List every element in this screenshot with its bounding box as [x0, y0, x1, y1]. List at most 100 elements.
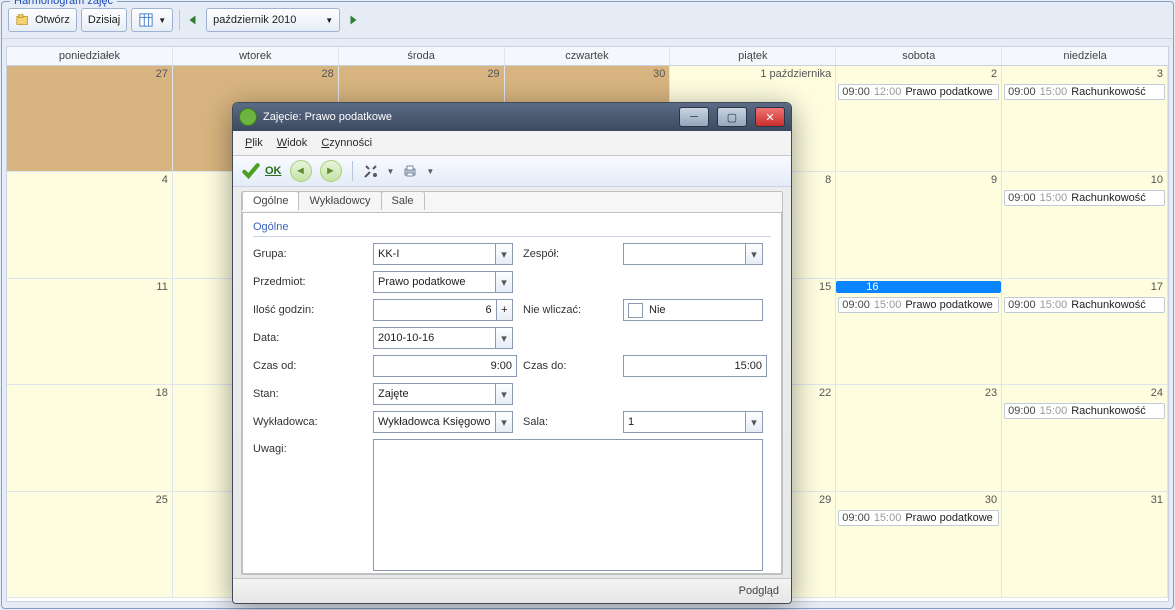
weekday-header: sobota	[836, 47, 1002, 65]
calendar-cell[interactable]: 2409:0015:00Rachunkowość	[1002, 385, 1168, 491]
calendar-cell[interactable]: 27	[7, 66, 173, 172]
month-select[interactable]: październik 2010 ▼	[206, 8, 340, 32]
print-caret-icon[interactable]: ▼	[426, 167, 434, 176]
label-ilosc: Ilość godzin:	[253, 304, 363, 316]
tab-panel: Ogólne Wykładowcy Sale Ogólne Grupa: KK-…	[241, 191, 783, 575]
label-czas-od: Czas od:	[253, 360, 363, 372]
calendar-event[interactable]: 09:0015:00Rachunkowość	[1004, 403, 1165, 419]
chevron-down-icon[interactable]: ▾	[495, 244, 512, 264]
calendar-cell[interactable]: 1009:0015:00Rachunkowość	[1002, 172, 1168, 278]
wykladowca-combo[interactable]: Wykładowca Księgowość▾	[373, 411, 513, 433]
month-value: październik 2010	[213, 14, 296, 26]
sala-combo[interactable]: 1▾	[623, 411, 763, 433]
app-icon	[239, 108, 257, 126]
maximize-button[interactable]: ▢	[717, 107, 747, 127]
chevron-down-icon[interactable]: ▾	[495, 328, 512, 348]
menu-widok[interactable]: Widok	[277, 137, 308, 149]
event-name: Rachunkowość	[1071, 86, 1146, 98]
cell-date: 8	[825, 174, 831, 186]
cell-date: 22	[819, 387, 831, 399]
calendar-cell[interactable]: 23	[836, 385, 1002, 491]
tab-ogolne[interactable]: Ogólne	[242, 191, 299, 210]
tools-icon[interactable]	[363, 163, 379, 179]
czas-do-value: 15:00	[734, 360, 762, 372]
chevron-down-icon[interactable]: ▾	[495, 384, 512, 404]
prev-record-icon[interactable]: ◄	[290, 160, 312, 182]
calendar-cell[interactable]: 11	[7, 279, 173, 385]
grupa-combo[interactable]: KK-I▾	[373, 243, 513, 265]
calendar-cell[interactable]: 2 09:00 12:00Prawo podatkowe	[836, 66, 1002, 172]
next-month-icon[interactable]	[344, 12, 360, 28]
print-icon[interactable]	[402, 163, 418, 179]
calendar-cell[interactable]: 25	[7, 492, 173, 598]
close-button[interactable]: ✕	[755, 107, 785, 127]
calendar-event[interactable]: 09:0015:00Prawo podatkowe	[838, 297, 999, 313]
zespol-combo[interactable]: ▾	[623, 243, 763, 265]
dialog-title: Zajęcie: Prawo podatkowe	[263, 111, 392, 123]
menu-plik[interactable]: Plik	[245, 137, 263, 149]
event-start: 09:00	[1008, 299, 1036, 311]
cell-date: 15	[819, 281, 831, 293]
ok-button[interactable]: OK	[241, 161, 282, 181]
dialog-statusbar: Podgląd	[233, 578, 791, 603]
chevron-down-icon[interactable]: ▾	[495, 272, 512, 292]
calendar-event[interactable]: 09:0015:00Rachunkowość	[1004, 190, 1165, 206]
ilosc-input[interactable]: 6	[373, 299, 497, 321]
weekday-header: niedziela	[1002, 47, 1168, 65]
event-end: 12:00	[874, 86, 902, 98]
calendar-event[interactable]: 09:0015:00Rachunkowość	[1004, 84, 1165, 100]
przedmiot-combo[interactable]: Prawo podatkowe▾	[373, 271, 513, 293]
czas-od-input[interactable]: 9:00	[373, 355, 517, 377]
main-toolbar: Otwórz Dzisiaj ▼ październik 2010 ▼	[2, 2, 1173, 39]
plus-button[interactable]: +	[497, 299, 513, 321]
tab-sale[interactable]: Sale	[381, 191, 425, 210]
calendar-cell[interactable]: 4	[7, 172, 173, 278]
today-button[interactable]: Dzisiaj	[81, 8, 127, 32]
chevron-down-icon[interactable]: ▾	[745, 244, 762, 264]
event-start: 09:00	[842, 299, 870, 311]
calendar-cell[interactable]: 18	[7, 385, 173, 491]
tab-row: Ogólne Wykładowcy Sale	[242, 191, 782, 210]
calendar-event[interactable]: 09:00 12:00Prawo podatkowe	[838, 84, 999, 100]
chevron-down-icon[interactable]: ▾	[745, 412, 762, 432]
calendar-event[interactable]: 09:0015:00Rachunkowość	[1004, 297, 1165, 313]
cell-date: 17	[1151, 281, 1163, 293]
check-icon	[241, 161, 261, 181]
nie-wliczac-field[interactable]: Nie	[623, 299, 763, 321]
data-combo[interactable]: 2010-10-16▾	[373, 327, 513, 349]
event-name: Rachunkowość	[1071, 192, 1146, 204]
prev-month-icon[interactable]	[186, 12, 202, 28]
open-button[interactable]: Otwórz	[8, 8, 77, 32]
chevron-down-icon[interactable]: ▾	[495, 412, 512, 432]
event-name: Prawo podatkowe	[905, 86, 992, 98]
label-wykladowca: Wykładowca:	[253, 416, 363, 428]
weekday-header: wtorek	[173, 47, 339, 65]
calendar-cell[interactable]: 309:0015:00Rachunkowość	[1002, 66, 1168, 172]
menu-czynnosci[interactable]: Czynności	[321, 137, 372, 149]
calendar-cell[interactable]: 9	[836, 172, 1002, 278]
calendar-cell[interactable]: 1609:0015:00Prawo podatkowe	[836, 279, 1002, 385]
tab-wykladowcy[interactable]: Wykładowcy	[298, 191, 381, 210]
cell-date: 28	[321, 68, 333, 80]
dropdown-caret-icon: ▼	[158, 16, 166, 25]
dialog-toolbar: OK ◄ ► ▼ ▼	[233, 156, 791, 187]
tools-caret-icon[interactable]: ▼	[387, 167, 395, 176]
open-label: Otwórz	[35, 14, 70, 26]
calendar-cell[interactable]: 3009:0015:00Prawo podatkowe	[836, 492, 1002, 598]
calendar-cell[interactable]: 17 09:0015:00Rachunkowość	[1002, 279, 1168, 385]
event-start: 09:00	[1008, 86, 1036, 98]
uwagi-textarea[interactable]	[373, 439, 763, 571]
calendar-cell[interactable]: 31	[1002, 492, 1168, 598]
toolbar-separator	[179, 10, 180, 30]
cell-date: 2	[991, 68, 997, 80]
calendar-event[interactable]: 09:0015:00Prawo podatkowe	[838, 510, 999, 526]
cell-date: 23	[985, 387, 997, 399]
checkbox-icon[interactable]	[628, 303, 643, 318]
dialog-titlebar[interactable]: Zajęcie: Prawo podatkowe ─ ▢ ✕	[233, 103, 791, 131]
czas-do-input[interactable]: 15:00	[623, 355, 767, 377]
event-start: 09:00	[842, 86, 870, 98]
minimize-button[interactable]: ─	[679, 107, 709, 127]
next-record-icon[interactable]: ►	[320, 160, 342, 182]
view-picker-button[interactable]: ▼	[131, 8, 173, 32]
stan-combo[interactable]: Zajęte▾	[373, 383, 513, 405]
